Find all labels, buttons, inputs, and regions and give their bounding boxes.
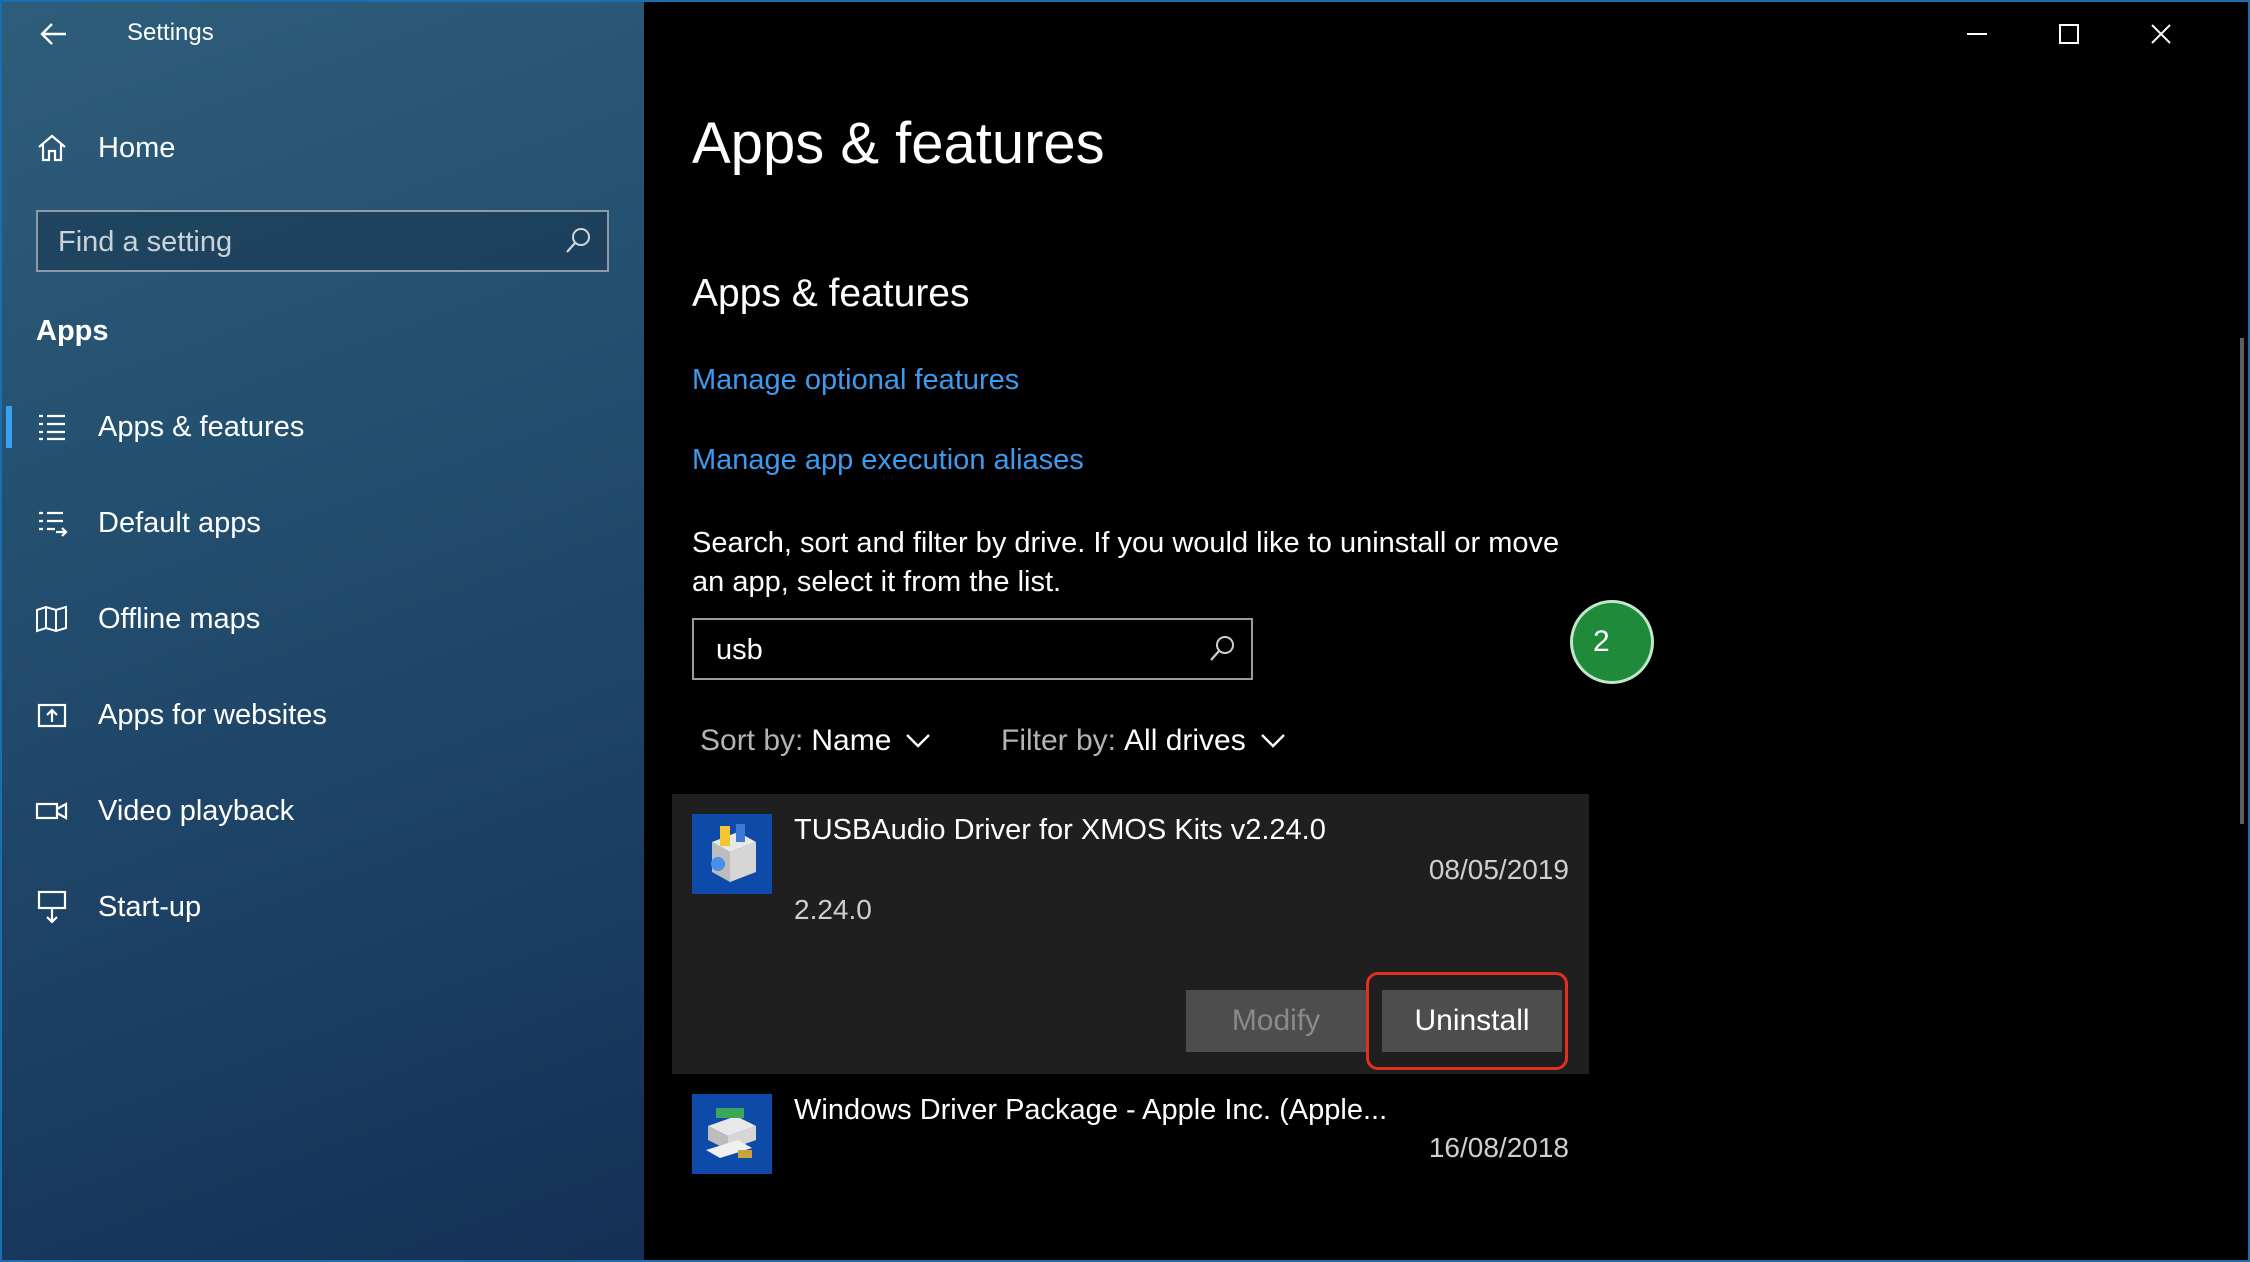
sort-value: Name: [811, 724, 892, 757]
home-label: Home: [98, 131, 176, 164]
manage-optional-features-link[interactable]: Manage optional features: [692, 364, 1019, 397]
page-title: Apps & features: [692, 111, 1105, 176]
main-content: Apps & features Apps & features Manage o…: [644, 2, 2248, 1260]
sidebar-item-apps-features[interactable]: Apps & features: [2, 392, 644, 462]
sidebar-item-label: Default apps: [98, 506, 261, 539]
uninstall-button[interactable]: Uninstall: [1382, 990, 1562, 1052]
home-icon: [34, 130, 70, 166]
chevron-down-icon: [1260, 734, 1285, 748]
sidebar-item-label: Apps & features: [98, 410, 305, 443]
sidebar-item-label: Video playback: [98, 794, 295, 827]
chevron-down-icon: [906, 734, 931, 748]
app-name: Windows Driver Package - Apple Inc. (App…: [794, 1094, 1388, 1126]
manage-app-execution-aliases-link[interactable]: Manage app execution aliases: [692, 444, 1084, 477]
section-heading: Apps & features: [692, 272, 970, 315]
filter-value: All drives: [1124, 724, 1246, 757]
notification-badge[interactable]: 2: [1570, 600, 1654, 684]
app-list-item-selected[interactable]: TUSBAudio Driver for XMOS Kits v2.24.0 0…: [672, 794, 1589, 1074]
app-install-date: 16/08/2018: [1428, 1132, 1569, 1163]
filter-label: Filter by:: [1001, 724, 1117, 757]
maximize-icon[interactable]: [2044, 12, 2094, 56]
sidebar-home[interactable]: Home: [2, 120, 644, 176]
app-name: TUSBAudio Driver for XMOS Kits v2.24.0: [794, 814, 1326, 846]
app-search-input[interactable]: [714, 620, 1178, 680]
open-in-app-icon: [34, 697, 70, 733]
video-camera-icon: [34, 793, 70, 829]
search-icon[interactable]: [563, 226, 593, 256]
search-icon[interactable]: [1207, 634, 1237, 664]
sidebar-item-label: Apps for websites: [98, 698, 327, 731]
section-title-apps: Apps: [36, 315, 109, 347]
sidebar-item-video-playback[interactable]: Video playback: [2, 776, 644, 846]
vertical-scrollbar[interactable]: [2240, 338, 2244, 824]
sidebar-item-apps-for-websites[interactable]: Apps for websites: [2, 680, 644, 750]
window-controls: [1952, 2, 2248, 68]
title-bar: Settings: [2, 2, 644, 68]
installer-package-icon: [692, 814, 772, 894]
sidebar: Settings Home Apps Apps & features: [2, 2, 644, 1260]
app-list-item[interactable]: Windows Driver Package - Apple Inc. (App…: [672, 1074, 1589, 1260]
default-apps-icon: [34, 505, 70, 541]
sidebar-item-startup[interactable]: Start-up: [2, 872, 644, 942]
driver-package-icon: [692, 1094, 772, 1174]
sidebar-item-default-apps[interactable]: Default apps: [2, 488, 644, 558]
settings-window: Settings Home Apps Apps & features: [0, 0, 2250, 1262]
description-text: Search, sort and filter by drive. If you…: [692, 527, 1560, 598]
setting-search-input[interactable]: [56, 212, 540, 272]
filter-dropdown[interactable]: Filter by: All drives: [1001, 724, 1286, 758]
sidebar-item-offline-maps[interactable]: Offline maps: [2, 584, 644, 654]
sort-dropdown[interactable]: Sort by: Name: [700, 724, 931, 758]
setting-search-box[interactable]: [36, 210, 609, 272]
minimize-icon[interactable]: [1952, 12, 2002, 56]
app-search-box[interactable]: [692, 618, 1253, 680]
list-icon: [34, 409, 70, 445]
window-title: Settings: [127, 19, 214, 46]
close-icon[interactable]: [2136, 12, 2186, 56]
modify-button: Modify: [1186, 990, 1366, 1052]
app-version: 2.24.0: [794, 894, 872, 925]
sort-label: Sort by:: [700, 724, 804, 757]
monitor-startup-icon: [34, 889, 70, 925]
back-arrow-icon[interactable]: [34, 16, 74, 52]
sidebar-item-label: Offline maps: [98, 602, 261, 635]
sidebar-item-label: Start-up: [98, 890, 202, 923]
app-install-date: 08/05/2019: [1428, 854, 1569, 885]
map-icon: [34, 601, 70, 637]
